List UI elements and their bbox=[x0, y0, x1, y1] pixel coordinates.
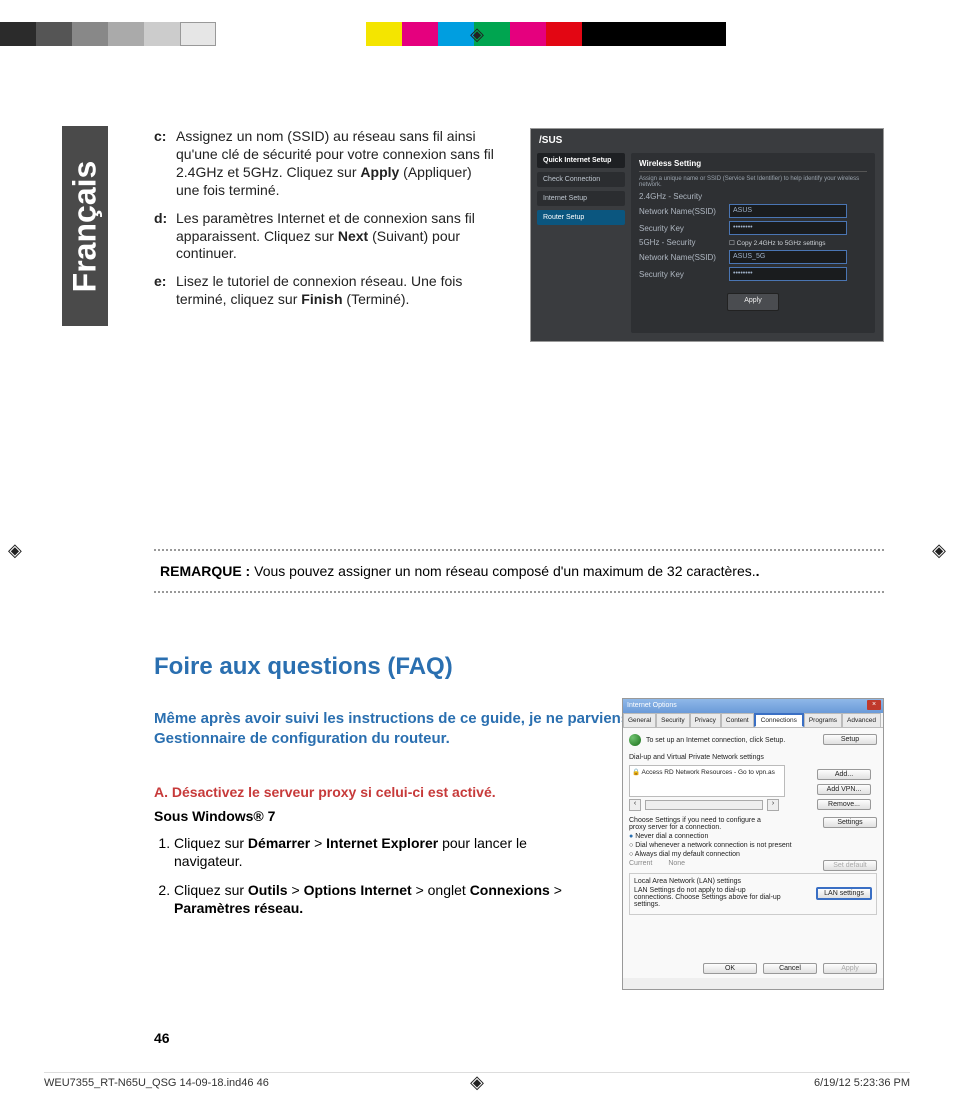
globe-icon bbox=[629, 734, 641, 746]
setup-step-list: c: Assignez un nom (SSID) au réseau sans… bbox=[154, 128, 494, 309]
dialog-titlebar: Internet Options× bbox=[623, 699, 883, 713]
apply-button: Apply bbox=[727, 293, 779, 311]
faq-step-1: Cliquez sur Démarrer > Internet Explorer… bbox=[174, 834, 594, 870]
panel-title: Wireless Setting bbox=[639, 159, 867, 172]
key-5-input: •••••••• bbox=[729, 267, 847, 281]
sidebar-item: Internet Setup bbox=[537, 191, 625, 206]
print-footer: WEU7355_RT-N65U_QSG 14-09-18.ind46 46 6/… bbox=[44, 1072, 910, 1089]
ok-button: OK bbox=[703, 963, 757, 974]
registration-mark-icon: ◈ bbox=[470, 24, 484, 45]
wireless-setting-panel: Wireless Setting Assign a unique name or… bbox=[631, 153, 875, 333]
router-setup-screenshot: /SUS Quick Internet Setup Check Connecti… bbox=[530, 128, 884, 342]
panel-hint: Assign a unique name or SSID (Service Se… bbox=[639, 176, 867, 188]
step-c: c: Assignez un nom (SSID) au réseau sans… bbox=[154, 128, 494, 200]
radio-never-dial: Never dial a connection bbox=[629, 833, 877, 840]
page-number: 46 bbox=[154, 1030, 170, 1046]
cancel-button: Cancel bbox=[763, 963, 817, 974]
registration-mark-icon: ◈ bbox=[8, 540, 22, 561]
tab-connections: Connections bbox=[754, 713, 804, 727]
settings-button: Settings bbox=[823, 817, 877, 828]
add-button: Add... bbox=[817, 769, 871, 780]
faq-step-2: Cliquez sur Outils > Options Internet > … bbox=[174, 881, 594, 917]
ssid-5-input: ASUS_5G bbox=[729, 250, 847, 264]
sidebar-item: Check Connection bbox=[537, 172, 625, 187]
language-tab: Français bbox=[62, 126, 108, 326]
key-24-input: •••••••• bbox=[729, 221, 847, 235]
radio-always-dial: Always dial my default connection bbox=[629, 851, 877, 858]
add-vpn-button: Add VPN... bbox=[817, 784, 871, 795]
step-e: e: Lisez le tutoriel de connexion réseau… bbox=[154, 273, 494, 309]
radio-dial-when: Dial whenever a network connection is no… bbox=[629, 842, 877, 849]
internet-options-screenshot: Internet Options× GeneralSecurityPrivacy… bbox=[622, 698, 884, 990]
dialog-tabs: GeneralSecurityPrivacyContent Connection… bbox=[623, 713, 883, 728]
asus-logo: /SUS bbox=[539, 135, 562, 146]
sidebar-item-selected: Router Setup bbox=[537, 210, 625, 225]
faq-heading: Foire aux questions (FAQ) bbox=[154, 653, 884, 681]
close-icon: × bbox=[867, 700, 881, 710]
lan-fieldset: Local Area Network (LAN) settings LAN Se… bbox=[629, 873, 877, 915]
router-sidebar: Quick Internet Setup Check Connection In… bbox=[537, 153, 625, 229]
faq-numbered-steps: Cliquez sur Démarrer > Internet Explorer… bbox=[154, 834, 594, 917]
lan-settings-button: LAN settings bbox=[816, 887, 872, 900]
apply-dialog-button: Apply bbox=[823, 963, 877, 974]
note-block: REMARQUE : Vous pouvez assigner un nom r… bbox=[154, 549, 884, 593]
registration-mark-icon: ◈ bbox=[932, 540, 946, 561]
ssid-24-input: ASUS bbox=[729, 204, 847, 218]
sidebar-header: Quick Internet Setup bbox=[537, 153, 625, 168]
set-default-button: Set default bbox=[823, 860, 877, 871]
remove-button: Remove... bbox=[817, 799, 871, 810]
setup-button: Setup bbox=[823, 734, 877, 745]
step-d: d: Les paramètres Internet et de connexi… bbox=[154, 210, 494, 264]
dialup-listbox: 🔒 Access RD Network Resources - Go to vp… bbox=[629, 765, 785, 797]
